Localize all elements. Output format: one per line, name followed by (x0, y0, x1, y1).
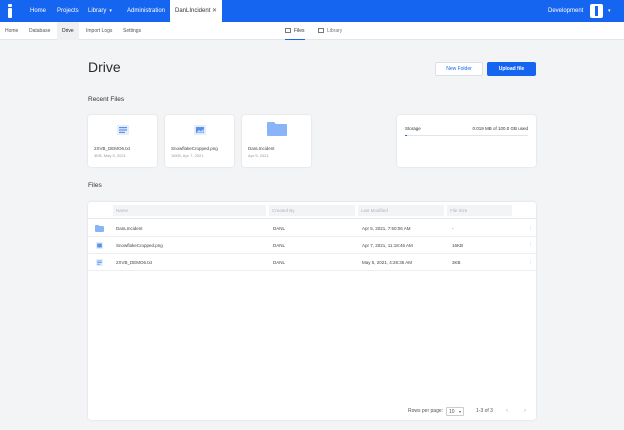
chevron-down-icon: ▾ (458, 409, 461, 414)
rows-per-page-select[interactable]: 10 ▾ (446, 407, 464, 416)
nav-library-label: Library (88, 8, 107, 14)
nav-projects[interactable]: Projects (57, 0, 79, 22)
storage-progress-fill (405, 135, 407, 136)
chevron-down-icon: ▾ (109, 8, 112, 14)
recent-file-card[interactable]: SnowflakeCropped.png 16KB, Apr 7, 2021 (165, 115, 234, 167)
more-vertical-icon[interactable]: ⋮ (528, 254, 533, 271)
library-icon (318, 28, 324, 34)
recent-file-name: DanLIncident (248, 146, 275, 151)
row-last-modified: Apr 5, 2021, 7:50:06 AM (362, 226, 411, 231)
storage-progress-bar (405, 135, 528, 136)
row-file-size: 16KB (452, 243, 464, 248)
recent-folder-card[interactable]: DanLIncident Apr 5, 2021 (242, 115, 311, 167)
top-navbar: Home Projects Library ▾ Administration Da… (0, 0, 624, 22)
open-tab-incident[interactable]: DanLIncident ✕ (170, 0, 222, 22)
rows-per-page-label: Rows per page: (408, 408, 444, 414)
recent-file-meta: 3KB, May 5, 2021 (94, 153, 126, 158)
environment-label[interactable]: Development (548, 0, 583, 22)
pagination-range: 1-3 of 3 (476, 408, 493, 414)
nav-library[interactable]: Library ▾ (88, 0, 112, 22)
column-header-last-modified[interactable]: Last Modified (358, 205, 444, 216)
more-vertical-icon[interactable]: ⋮ (528, 220, 533, 237)
recent-file-card[interactable]: 2XVB_DEMO6.txt 3KB, May 5, 2021 (88, 115, 157, 167)
tab-files-label: Files (294, 28, 305, 34)
subnav-import-logs[interactable]: Import Logs (86, 22, 112, 40)
row-file-size: 3KB (452, 260, 461, 265)
storage-usage: 0.019 MB of 100.0 GB used (472, 126, 528, 131)
new-folder-button[interactable]: New Folder (435, 62, 483, 76)
nav-home[interactable]: Home (30, 0, 46, 22)
nav-administration[interactable]: Administration (127, 0, 165, 22)
text-file-icon (96, 259, 103, 266)
text-file-icon (116, 125, 129, 135)
files-table: Name Created By Last Modified File Size … (88, 202, 536, 420)
subnav-database[interactable]: Database (29, 22, 50, 40)
recent-file-meta: 16KB, Apr 7, 2021 (171, 153, 204, 158)
files-icon (285, 28, 291, 34)
close-icon[interactable]: ✕ (212, 0, 217, 22)
table-row[interactable]: SnowflakeCropped.png DANL Apr 7, 2021, 1… (88, 237, 536, 254)
column-header-name[interactable]: Name (113, 205, 266, 216)
table-header: Name Created By Last Modified File Size (88, 202, 536, 219)
storage-card: Storage 0.019 MB of 100.0 GB used (397, 115, 536, 167)
row-file-size: - (452, 226, 454, 231)
subnav-drive[interactable]: Drive (57, 22, 79, 40)
table-pagination: Rows per page: 10 ▾ 1-3 of 3 ‹ › (88, 403, 536, 420)
row-created-by: DANL (273, 243, 286, 248)
user-avatar[interactable] (590, 4, 603, 18)
row-created-by: DANL (273, 260, 286, 265)
row-file-name[interactable]: SnowflakeCropped.png (116, 237, 163, 254)
rows-per-page-value: 10 (449, 409, 455, 415)
tab-library[interactable]: Library (318, 22, 342, 40)
open-tab-label: DanLIncident (175, 8, 211, 14)
recent-file-name: 2XVB_DEMO6.txt (94, 146, 131, 151)
row-file-name[interactable]: DanLIncident (116, 220, 143, 237)
subnav-home[interactable]: Home (5, 22, 18, 40)
row-file-name[interactable]: 2XVB_DEMO6.txt (116, 254, 152, 271)
upload-file-button[interactable]: Upload file (487, 62, 536, 76)
table-row[interactable]: DanLIncident DANL Apr 5, 2021, 7:50:06 A… (88, 220, 536, 237)
files-heading: Files (88, 182, 102, 189)
table-row[interactable]: 2XVB_DEMO6.txt DANL May 5, 2021, 4:28:35… (88, 254, 536, 271)
recent-files-heading: Recent Files (88, 96, 125, 103)
tab-files[interactable]: Files (285, 22, 305, 40)
tab-library-label: Library (327, 28, 343, 34)
recent-file-meta: Apr 5, 2021 (248, 153, 269, 158)
image-file-icon (193, 125, 206, 135)
next-page-icon[interactable]: › (524, 403, 526, 420)
more-vertical-icon[interactable]: ⋮ (528, 237, 533, 254)
column-header-created-by[interactable]: Created By (269, 205, 355, 216)
sub-navbar: Home Database Drive Import Logs Settings… (0, 22, 624, 40)
recent-file-name: SnowflakeCropped.png (171, 146, 218, 151)
row-last-modified: Apr 7, 2021, 11:18:46 AM (362, 243, 413, 248)
column-header-file-size[interactable]: File Size (447, 205, 512, 216)
image-file-icon (96, 242, 103, 249)
subnav-settings[interactable]: Settings (123, 22, 141, 40)
previous-page-icon[interactable]: ‹ (506, 403, 508, 420)
folder-icon (95, 225, 104, 232)
folder-icon (266, 122, 287, 136)
app-logo-icon[interactable] (6, 4, 14, 18)
page-title: Drive (88, 59, 121, 75)
user-menu-chevron-icon[interactable]: ▾ (608, 0, 611, 22)
row-created-by: DANL (273, 226, 286, 231)
row-last-modified: May 5, 2021, 4:28:35 AM (362, 260, 413, 265)
storage-label: Storage (405, 126, 421, 131)
